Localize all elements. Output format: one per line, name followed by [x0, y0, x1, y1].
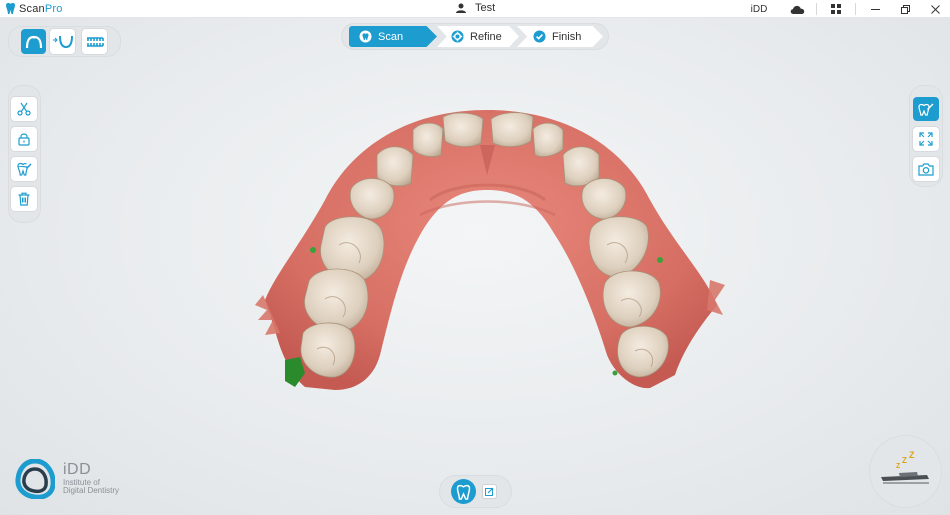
lower-jaw-icon	[52, 35, 73, 48]
minimize-icon	[870, 8, 880, 10]
brand-watermark: iDD Institute of Digital Dentistry	[15, 459, 119, 499]
step-scan[interactable]: Scan	[349, 26, 437, 47]
step-finish[interactable]: Finish	[517, 26, 603, 47]
title-separator	[816, 3, 817, 15]
trim-button[interactable]	[11, 97, 37, 121]
close-button[interactable]	[920, 0, 950, 18]
edit-note-icon	[485, 487, 494, 496]
idd-logo-icon	[15, 459, 55, 499]
upper-jaw-icon	[25, 35, 42, 48]
step-scan-label: Scan	[378, 30, 404, 43]
cloud-icon	[790, 5, 804, 14]
user-name: Test	[475, 2, 496, 14]
minimize-button[interactable]	[860, 0, 890, 18]
edit-note-button[interactable]	[483, 485, 496, 498]
cloud-button[interactable]	[782, 0, 812, 18]
svg-text:Z: Z	[902, 456, 907, 465]
tooth	[532, 122, 564, 157]
tooth-icon	[359, 30, 372, 43]
tooth	[412, 122, 444, 157]
workflow-stepper: Scan Refine Finish	[341, 23, 609, 50]
title-bar: ScanPro Test iDD	[0, 0, 950, 18]
scanner-status[interactable]: Z Z Z	[869, 435, 942, 508]
brand-line-2: Digital Dentistry	[63, 486, 120, 496]
step-refine-label: Refine	[470, 30, 502, 43]
restore-button[interactable]	[890, 0, 920, 18]
brand-code: iDD	[750, 3, 768, 15]
tooth-edit-icon	[17, 162, 32, 176]
tooth	[490, 112, 534, 147]
user-indicator[interactable]: Test	[456, 2, 495, 14]
scissors-icon	[17, 102, 31, 116]
lower-jaw-button[interactable]	[50, 29, 75, 54]
step-finish-label: Finish	[552, 30, 582, 43]
tooth-edit-button[interactable]	[11, 157, 37, 181]
svg-text:Z: Z	[896, 463, 901, 470]
tooth	[304, 268, 369, 332]
texture-toggle-icon	[918, 103, 934, 116]
right-toolbar	[909, 85, 943, 187]
scanner-sleep-icon: Z Z Z	[881, 450, 929, 484]
dental-arch-model[interactable]	[255, 105, 725, 405]
screenshot-button[interactable]	[913, 157, 939, 181]
close-icon	[930, 4, 940, 14]
fit-view-button[interactable]	[913, 127, 939, 151]
step-refine[interactable]: Refine	[437, 26, 519, 47]
trash-icon	[18, 192, 30, 206]
jaw-selector	[8, 26, 121, 57]
tooth-mode-button[interactable]	[451, 479, 476, 504]
bite-button[interactable]	[82, 29, 107, 54]
title-separator	[855, 3, 856, 15]
upper-jaw-button[interactable]	[21, 29, 46, 54]
left-toolbar	[8, 85, 41, 223]
camera-icon	[918, 162, 934, 176]
gear-icon	[451, 30, 464, 43]
lock-button[interactable]	[11, 127, 37, 151]
tooth	[442, 112, 484, 147]
tooth-mode-icon	[456, 484, 471, 500]
bite-icon	[86, 36, 104, 47]
check-icon	[533, 30, 546, 43]
grid-icon	[831, 4, 841, 14]
restore-icon	[900, 4, 910, 14]
apps-button[interactable]	[821, 0, 851, 18]
user-icon	[456, 3, 466, 13]
brand-name: iDD	[63, 461, 92, 479]
fit-view-icon	[919, 132, 933, 146]
app-logo: ScanPro	[5, 2, 63, 15]
dental-scan-viewport[interactable]	[255, 105, 725, 405]
tooth-logo-icon	[6, 2, 15, 14]
app-name: ScanPro	[19, 2, 63, 15]
texture-toggle-button[interactable]	[913, 97, 939, 121]
bottom-mode-bar	[439, 475, 512, 508]
svg-text:Z: Z	[909, 450, 915, 460]
delete-button[interactable]	[11, 187, 37, 211]
lock-icon	[18, 133, 30, 146]
